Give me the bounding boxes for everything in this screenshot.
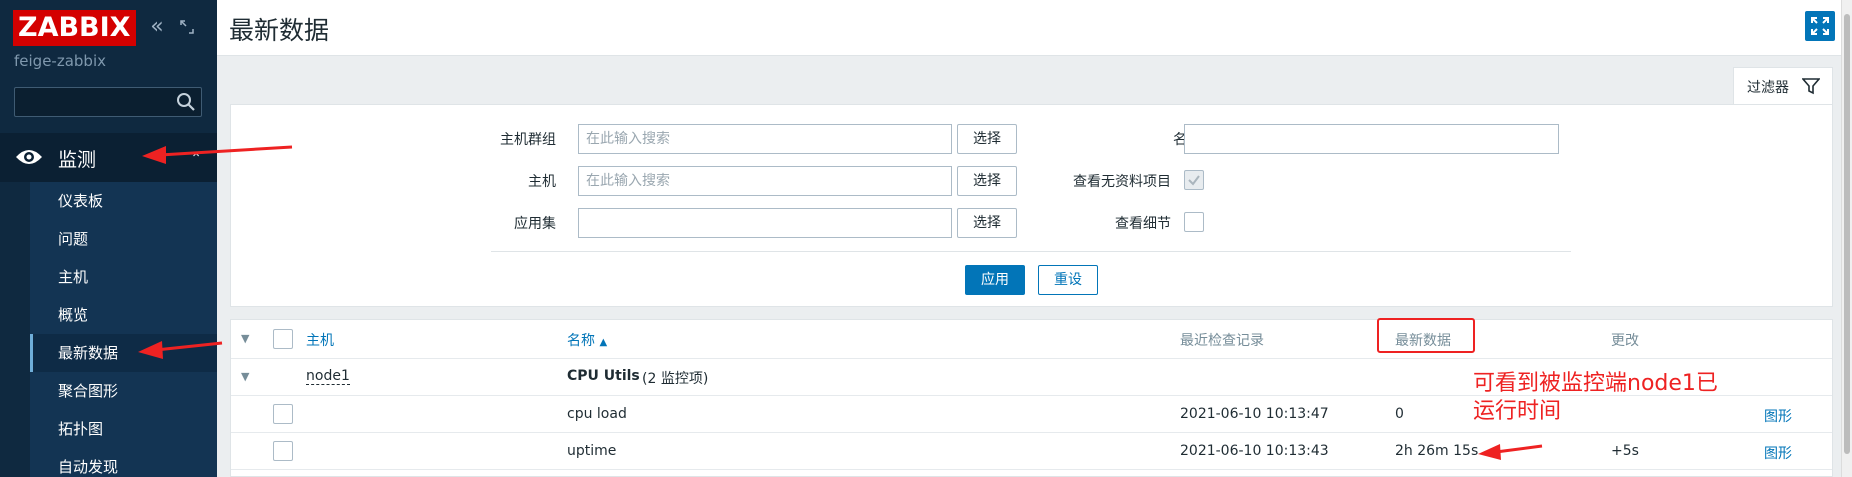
sidebar-item-dashboard[interactable]: 仪表板 <box>30 182 217 220</box>
eye-icon <box>15 147 43 171</box>
chevron-up-icon: ⌃ <box>190 151 202 167</box>
hosts-select-button[interactable]: 选择 <box>957 166 1017 196</box>
sidebar-item-overview[interactable]: 概览 <box>30 296 217 334</box>
annotation-line-1: 可看到被监控端node1已 <box>1473 371 1718 396</box>
applications-label: 应用集 <box>514 216 556 232</box>
apply-button[interactable]: 应用 <box>965 265 1025 295</box>
filter-tab-label: 过滤器 <box>1747 80 1789 96</box>
name-input[interactable] <box>1184 124 1559 154</box>
sidebar-item-problems[interactable]: 问题 <box>30 220 217 258</box>
host-groups-select-button[interactable]: 选择 <box>957 124 1017 154</box>
page-title: 最新数据 <box>229 16 330 45</box>
sidebar: ZABBIX « feige-zabbix 监测 ⌃ 仪表板 问题 主机 概览 … <box>0 0 217 477</box>
zabbix-logo[interactable]: ZABBIX <box>13 10 136 46</box>
host-groups-input[interactable]: 在此输入搜索 <box>578 124 952 154</box>
show-without-data-checkbox[interactable] <box>1184 170 1204 190</box>
collapse-all-icon[interactable]: ▼ <box>241 332 249 345</box>
nav-list: 仪表板 问题 主机 概览 最新数据 聚合图形 拓扑图 自动发现 <box>30 182 217 477</box>
vertical-scrollbar[interactable] <box>1841 0 1852 477</box>
hosts-input[interactable]: 在此输入搜索 <box>578 166 952 196</box>
application-item-count: (2 监控项) <box>642 371 709 387</box>
row-divider <box>231 432 1832 433</box>
sidebar-search-input[interactable] <box>14 87 202 117</box>
column-name-label: 名称 <box>567 333 595 349</box>
show-without-data-label: 查看无资料项目 <box>1073 174 1171 190</box>
filter-panel: 主机群组 在此输入搜索 选择 主机 在此输入搜索 选择 应用集 选择 名称 查看… <box>230 104 1833 307</box>
search-icon[interactable] <box>176 92 196 116</box>
filter-icon <box>1802 78 1820 95</box>
scrollbar-thumb[interactable] <box>1844 14 1850 454</box>
column-name[interactable]: 名称 ▲ <box>567 330 607 350</box>
show-details-checkbox[interactable] <box>1184 212 1204 232</box>
annotation-note: 可看到被监控端node1已 运行时间 <box>1473 370 1773 426</box>
nav-section-monitoring[interactable]: 监测 ⌃ <box>0 133 217 182</box>
item-name: uptime <box>567 443 617 459</box>
host-link[interactable]: node1 <box>306 368 350 385</box>
item-last-value: 2h 26m 15s <box>1395 443 1479 459</box>
graph-link[interactable]: 图形 <box>1764 443 1792 463</box>
column-host[interactable]: 主机 <box>306 330 334 350</box>
item-last-check: 2021-06-10 10:13:47 <box>1180 406 1329 422</box>
show-details-label: 查看细节 <box>1115 216 1171 232</box>
sidebar-item-latest-data[interactable]: 最新数据 <box>30 334 217 372</box>
annotation-highlight-box <box>1377 318 1475 353</box>
header-divider <box>231 358 1832 359</box>
hosts-label: 主机 <box>528 174 556 190</box>
item-name: cpu load <box>567 406 627 422</box>
column-change: 更改 <box>1611 333 1639 349</box>
item-change: +5s <box>1611 443 1639 459</box>
item-last-check: 2021-06-10 10:13:43 <box>1180 443 1329 459</box>
sort-asc-icon: ▲ <box>599 337 608 348</box>
applications-select-button[interactable]: 选择 <box>957 208 1017 238</box>
nav-section-label: 监测 <box>58 149 97 171</box>
sidebar-item-maps[interactable]: 拓扑图 <box>30 410 217 448</box>
fullscreen-button[interactable] <box>1805 11 1835 41</box>
host-groups-label: 主机群组 <box>500 132 556 148</box>
item-last-value: 0 <box>1395 406 1404 422</box>
select-all-checkbox[interactable] <box>273 329 293 349</box>
page-header: 最新数据 <box>217 0 1852 56</box>
filter-tab[interactable]: 过滤器 <box>1733 67 1833 105</box>
check-icon <box>1188 175 1200 186</box>
application-name: CPU Utils <box>567 368 640 384</box>
row-divider <box>231 469 1832 470</box>
fullscreen-icon <box>1811 17 1829 35</box>
group-collapse-icon[interactable]: ▼ <box>241 370 249 383</box>
collapse-sidebar-icon[interactable]: « <box>145 14 169 40</box>
sidebar-item-hosts[interactable]: 主机 <box>30 258 217 296</box>
reset-button[interactable]: 重设 <box>1038 265 1098 295</box>
row-checkbox[interactable] <box>273 441 293 461</box>
annotation-line-2: 运行时间 <box>1473 399 1562 424</box>
column-last-check: 最近检查记录 <box>1180 333 1264 349</box>
logo-row: ZABBIX « <box>10 8 210 48</box>
sidebar-item-discovery[interactable]: 自动发现 <box>30 448 217 477</box>
expand-icon[interactable] <box>175 14 199 40</box>
row-checkbox[interactable] <box>273 404 293 424</box>
server-name: feige-zabbix <box>14 52 106 70</box>
applications-input[interactable] <box>578 208 952 238</box>
filter-divider <box>491 251 1571 252</box>
sidebar-item-screens[interactable]: 聚合图形 <box>30 372 217 410</box>
